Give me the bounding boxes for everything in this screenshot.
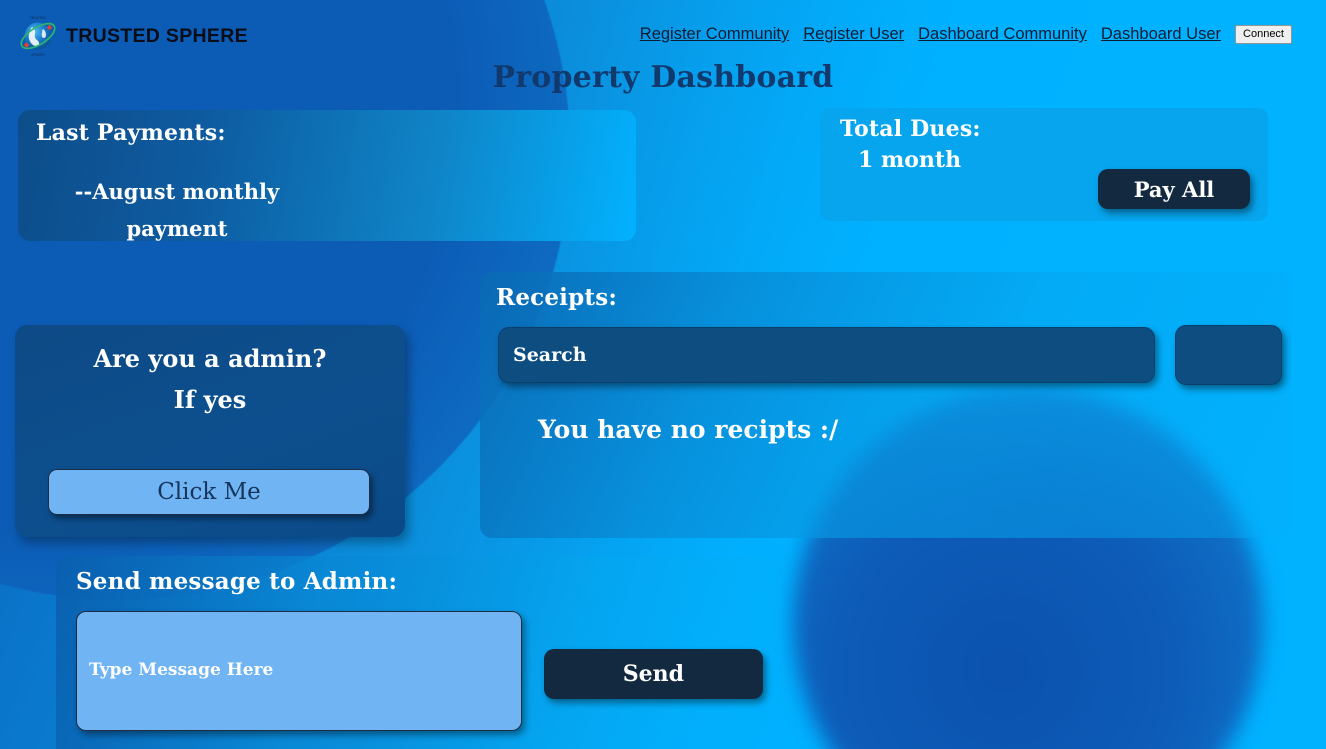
total-dues-heading: Total Dues: — [840, 116, 981, 142]
connect-wallet-button[interactable]: Connect — [1235, 25, 1292, 45]
receipts-panel: Receipts: You have no recipts :/ — [480, 272, 1292, 538]
main-navigation: Register Community Register User Dashboa… — [640, 25, 1292, 45]
send-message-row: Send — [76, 611, 763, 731]
svg-text:TRUSTED: TRUSTED — [29, 16, 46, 20]
send-message-heading: Send message to Admin: — [76, 568, 398, 595]
nav-link-register-user[interactable]: Register User — [803, 25, 904, 44]
brand[interactable]: TRUSTED SPHERE TRUSTED SPHERE — [16, 14, 248, 58]
site-header: TRUSTED SPHERE TRUSTED SPHERE Register C… — [0, 0, 1326, 58]
last-payment-entry: payment — [126, 215, 228, 241]
brand-name: TRUSTED SPHERE — [66, 24, 248, 47]
receipts-heading: Receipts: — [496, 284, 618, 311]
receipts-empty-message: You have no recipts :/ — [538, 415, 839, 444]
admin-prompt-card: Are you a admin? If yes Click Me — [15, 325, 405, 537]
last-payments-heading: Last Payments: — [36, 120, 226, 146]
last-payment-entry: --August monthly — [74, 179, 280, 204]
click-me-button[interactable]: Click Me — [48, 469, 370, 515]
globe-sphere-logo-icon: TRUSTED SPHERE — [16, 14, 60, 58]
last-payments-list: --August monthly payment — [36, 174, 618, 248]
receipts-search-submit-button[interactable] — [1175, 325, 1282, 385]
last-payments-card: Last Payments: --August monthly payment — [18, 110, 636, 241]
admin-question-line-2: If yes — [173, 384, 247, 414]
receipts-search-row — [490, 325, 1282, 385]
total-dues-card: Total Dues: 1 month Pay All — [820, 108, 1268, 221]
send-message-panel: Send message to Admin: Send — [56, 556, 783, 749]
nav-link-dashboard-community[interactable]: Dashboard Community — [918, 25, 1087, 44]
admin-question-line-1: Are you a admin? — [93, 344, 327, 373]
page-title: Property Dashboard — [492, 60, 834, 95]
message-textarea[interactable] — [76, 611, 522, 731]
pay-all-button[interactable]: Pay All — [1098, 169, 1250, 209]
nav-link-register-community[interactable]: Register Community — [640, 25, 789, 44]
svg-text:SPHERE: SPHERE — [31, 53, 44, 57]
send-message-button[interactable]: Send — [543, 649, 763, 699]
receipts-search-input[interactable] — [498, 327, 1156, 383]
nav-link-dashboard-user[interactable]: Dashboard User — [1101, 25, 1221, 44]
